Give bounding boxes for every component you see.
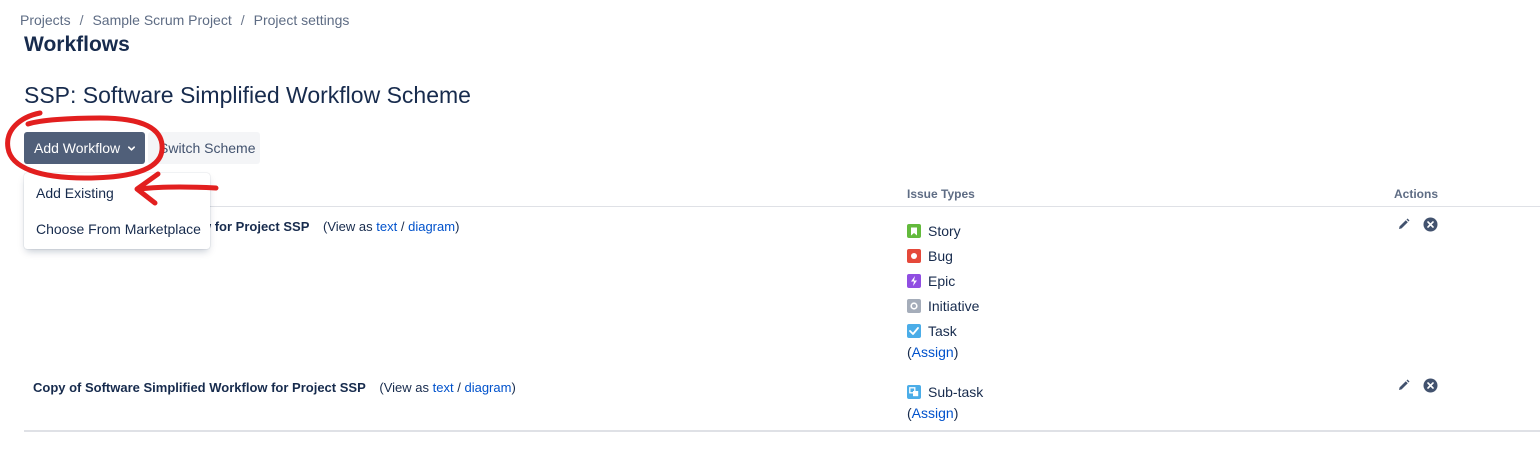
subtask-icon [907,385,921,399]
view-as-diagram-link[interactable]: diagram [408,219,455,234]
view-as-slash: / [400,219,405,234]
add-workflow-label: Add Workflow [34,140,121,156]
breadcrumb-project[interactable]: Sample Scrum Project [92,12,231,28]
story-icon [907,224,921,238]
issue-type-label: Initiative [928,298,980,314]
header-divider [24,206,1540,207]
view-as-prefix: (View as [379,380,429,395]
switch-scheme-button[interactable]: Switch Scheme [148,132,260,164]
issue-type-bug: Bug [907,248,953,264]
assign-group: (Assign) [907,344,958,360]
view-as-suffix: ) [511,380,516,395]
add-workflow-dropdown: Add Existing Choose From Marketplace [24,173,210,249]
menu-item-add-existing[interactable]: Add Existing [24,175,210,211]
switch-scheme-label: Switch Scheme [159,140,256,156]
table-bottom-divider [24,430,1540,432]
assign-link[interactable]: Assign [912,405,954,421]
issue-type-initiative: Initiative [907,298,979,314]
add-workflow-button[interactable]: Add Workflow [24,132,145,164]
breadcrumb-separator: / [79,12,84,28]
breadcrumb-project-settings[interactable]: Project settings [254,12,350,28]
bug-icon [907,249,921,263]
view-as-suffix: ) [455,219,460,234]
view-as-group: (View as text / diagram) [323,219,459,234]
issue-type-label: Task [928,323,957,339]
edit-workflow-pencil-icon[interactable] [1395,216,1411,232]
task-icon [907,324,921,338]
breadcrumb-separator: / [240,12,245,28]
issue-type-story: Story [907,223,961,239]
remove-workflow-close-icon[interactable] [1422,377,1438,393]
column-header-actions: Actions [1394,187,1439,201]
breadcrumb-projects[interactable]: Projects [20,12,71,28]
menu-item-choose-from-marketplace[interactable]: Choose From Marketplace [24,211,210,247]
issue-type-label: Sub-task [928,384,984,400]
view-as-group: (View as text / diagram) [379,380,515,395]
view-as-text-link[interactable]: text [376,219,397,234]
issue-type-label: Epic [928,273,956,289]
workflow-row-title: Copy of Software Simplified Workflow for… [33,380,516,395]
issue-type-subtask: Sub-task [907,384,983,400]
assign-close: ) [953,405,959,421]
view-as-slash: / [457,380,461,395]
column-header-issue-types: Issue Types [907,187,975,201]
workflow-name: Copy of Software Simplified Workflow for… [33,380,366,395]
view-as-prefix: (View as [323,219,373,234]
edit-workflow-pencil-icon[interactable] [1395,377,1411,393]
issue-type-label: Story [928,223,961,239]
breadcrumb: Projects / Sample Scrum Project / Projec… [20,12,349,28]
page-title: Workflows [24,33,130,56]
initiative-icon [907,299,921,313]
assign-close: ) [953,344,959,360]
issue-type-label: Bug [928,248,953,264]
assign-link[interactable]: Assign [912,344,954,360]
view-as-text-link[interactable]: text [433,380,454,395]
workflow-name: w for Project SSP [201,219,310,234]
workflow-row-title: w for Project SSP (View as text / diagra… [201,219,459,234]
view-as-diagram-link[interactable]: diagram [464,380,511,395]
scheme-title: SSP: Software Simplified Workflow Scheme [24,82,471,108]
issue-type-task: Task [907,323,957,339]
assign-group: (Assign) [907,405,958,421]
chevron-down-icon [128,145,136,151]
epic-icon [907,274,921,288]
remove-workflow-close-icon[interactable] [1422,216,1438,232]
issue-type-epic: Epic [907,273,955,289]
